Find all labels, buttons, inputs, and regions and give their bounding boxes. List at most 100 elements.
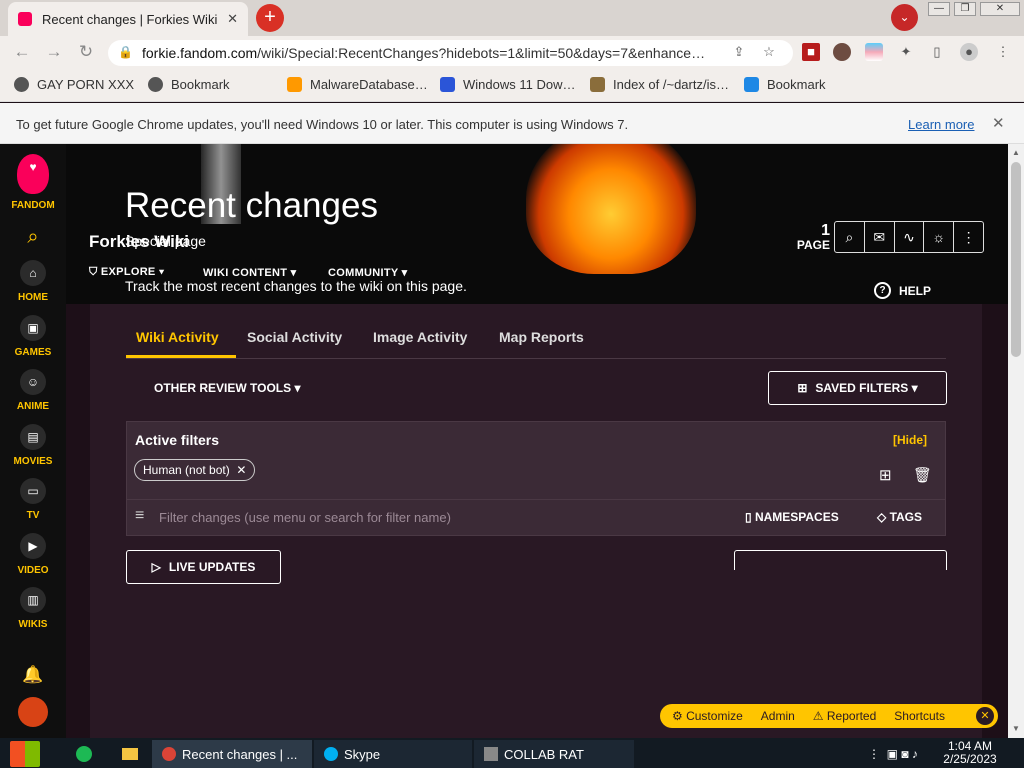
scroll-up-icon[interactable]: ▲ [1012, 148, 1020, 157]
discussions-icon[interactable]: ✉ [865, 222, 895, 252]
search-icon: ⌕ [27, 226, 39, 248]
tab-title: Recent changes | Forkies Wiki [42, 11, 218, 27]
banner-flame [526, 144, 696, 274]
close-icon[interactable]: ✕ [976, 707, 994, 725]
live-updates-button[interactable]: ▷ LIVE UPDATES [126, 550, 281, 584]
bookmark-item[interactable]: MalwareDatabase… [287, 77, 428, 92]
rail-anime[interactable]: ☺ ANIME [0, 369, 66, 412]
partial-button[interactable] [734, 550, 947, 570]
reported-button[interactable]: ⚠ Reported [813, 709, 876, 723]
fandom-heart-icon: ♥ [17, 154, 49, 194]
forward-icon[interactable]: → [42, 42, 66, 64]
page-count: 1 PAGE [796, 222, 830, 252]
theme-toggle-icon[interactable]: ☼ [924, 222, 955, 252]
bookmark-item[interactable]: Bookmark [148, 77, 230, 92]
minimize-button[interactable]: — [928, 2, 950, 16]
extension-flag-icon[interactable] [865, 43, 883, 61]
extension-icon[interactable]: ■ [802, 43, 820, 61]
other-review-tools-dropdown[interactable]: OTHER REVIEW TOOLS ▾ [154, 381, 300, 395]
bookmark-item[interactable]: Bookmark [744, 77, 826, 92]
taskbar-chrome[interactable]: Recent changes | ... [152, 740, 312, 768]
hide-filters-link[interactable]: [Hide] [893, 433, 927, 447]
scroll-down-icon[interactable]: ▼ [1012, 724, 1020, 733]
help-button[interactable]: ? HELP [874, 282, 931, 299]
bookmark-item[interactable]: GAY PORN XXX [14, 77, 134, 92]
rail-notifications[interactable]: 🔔 [0, 662, 66, 688]
rail-games[interactable]: ▣ GAMES [0, 315, 66, 358]
rail-tv[interactable]: ▭ TV [0, 478, 66, 521]
home-icon: ⌂ [20, 260, 46, 286]
admin-toolbar: ⚙ Customize Admin ⚠ Reported Shortcuts ✕ [660, 704, 998, 728]
side-panel-icon[interactable]: ▯ [928, 43, 946, 61]
chrome-icon [162, 747, 176, 761]
extension-avatar-icon[interactable] [833, 43, 851, 61]
extensions-puzzle-icon[interactable]: ✦ [897, 43, 915, 61]
rail-movies[interactable]: ▤ MOVIES [0, 424, 66, 467]
lock-icon: 🔒 [118, 45, 133, 59]
app-icon [484, 747, 498, 761]
scrollbar-thumb[interactable] [1011, 162, 1021, 357]
windows-logo-icon [10, 741, 40, 767]
customize-button[interactable]: ⚙ Customize [672, 709, 743, 723]
namespaces-button[interactable]: ▯ NAMESPACES [745, 510, 839, 524]
shortcuts-button[interactable]: Shortcuts [894, 709, 945, 723]
browser-tab[interactable]: Recent changes | Forkies Wiki ✕ [8, 2, 248, 36]
spotify-icon[interactable] [66, 740, 96, 768]
page-scrollbar[interactable]: ▲ ▼ [1008, 144, 1024, 738]
page-subtitle: Special page [125, 233, 206, 249]
skype-icon [324, 747, 338, 761]
filter-input[interactable]: Filter changes (use menu or search for f… [159, 510, 451, 525]
remove-chip-icon[interactable]: ✕ [236, 463, 246, 477]
trash-icon[interactable]: 🗑 [913, 466, 932, 484]
profile-icon[interactable]: ● [960, 43, 978, 61]
new-tab-button[interactable]: + [256, 4, 284, 32]
bookmark-star-icon[interactable]: ☆ [760, 43, 778, 61]
learn-more-link[interactable]: Learn more [908, 117, 974, 132]
rail-home[interactable]: ⌂ HOME [0, 260, 66, 303]
bookmark-item[interactable]: Windows 11 Dow… [440, 77, 575, 92]
more-kebab-icon[interactable]: ⋮ [954, 222, 983, 252]
reload-icon[interactable]: ↻ [74, 42, 98, 64]
close-tab-icon[interactable]: ✕ [227, 11, 238, 27]
taskbar-collab[interactable]: COLLAB RAT [474, 740, 634, 768]
rail-wikis[interactable]: ▥ WIKIS [0, 587, 66, 630]
video-icon: ▶ [20, 533, 46, 559]
admin-button[interactable]: Admin [761, 709, 795, 723]
share-icon[interactable]: ⇪ [730, 43, 748, 61]
maximize-button[interactable]: ❐ [954, 2, 976, 16]
tab-social-activity[interactable]: Social Activity [247, 329, 342, 345]
fandom-logo[interactable]: ♥ FANDOM [0, 154, 66, 211]
rail-video[interactable]: ▶ VIDEO [0, 533, 66, 576]
anime-icon: ☺ [20, 369, 46, 395]
fandom-favicon-icon [18, 12, 32, 26]
saved-filters-button[interactable]: ⊞ SAVED FILTERS ▾ [768, 371, 947, 405]
menu-kebab-icon[interactable]: ⋮ [994, 43, 1012, 61]
bookmark-item[interactable]: Index of /~dartz/is… [590, 77, 729, 92]
hamburger-menu-icon[interactable]: ≡ [135, 507, 144, 525]
omnibox[interactable]: 🔒 forkie.fandom.com/wiki/Special:RecentC… [108, 40, 793, 66]
tab-image-activity[interactable]: Image Activity [373, 329, 467, 345]
activity-icon[interactable]: ∿ [895, 222, 925, 252]
bookmark-icon: ⊞ [797, 381, 808, 395]
page-title: Recent changes [125, 186, 378, 225]
tab-wiki-activity[interactable]: Wiki Activity [136, 329, 219, 345]
folder-icon[interactable] [112, 740, 142, 768]
close-window-button[interactable]: ✕ [980, 2, 1020, 16]
system-tray[interactable]: ⋮ ▣ ◙ ♪ [858, 740, 938, 768]
search-icon[interactable]: ⌕ [835, 222, 865, 252]
bookmark-favicon-icon [14, 77, 29, 92]
bookmark-favicon-icon [744, 77, 759, 92]
start-button[interactable] [0, 740, 52, 768]
taskbar-skype[interactable]: Skype [314, 740, 472, 768]
tab-search-button[interactable]: ⌄ [891, 4, 918, 31]
rail-search[interactable]: ⌕ [0, 224, 66, 250]
update-infobar: To get future Google Chrome updates, you… [0, 103, 1024, 144]
tags-button[interactable]: ◇ TAGS [877, 510, 922, 524]
back-icon[interactable]: ← [10, 42, 34, 64]
rail-avatar[interactable] [0, 697, 66, 727]
filter-chip[interactable]: Human (not bot) ✕ [134, 459, 256, 481]
tab-map-reports[interactable]: Map Reports [499, 329, 584, 345]
save-filter-icon[interactable]: ⊞ [879, 466, 892, 484]
close-infobar-icon[interactable]: ✕ [992, 114, 1005, 132]
clock[interactable]: 1:04 AM 2/25/2023 [938, 740, 1002, 766]
